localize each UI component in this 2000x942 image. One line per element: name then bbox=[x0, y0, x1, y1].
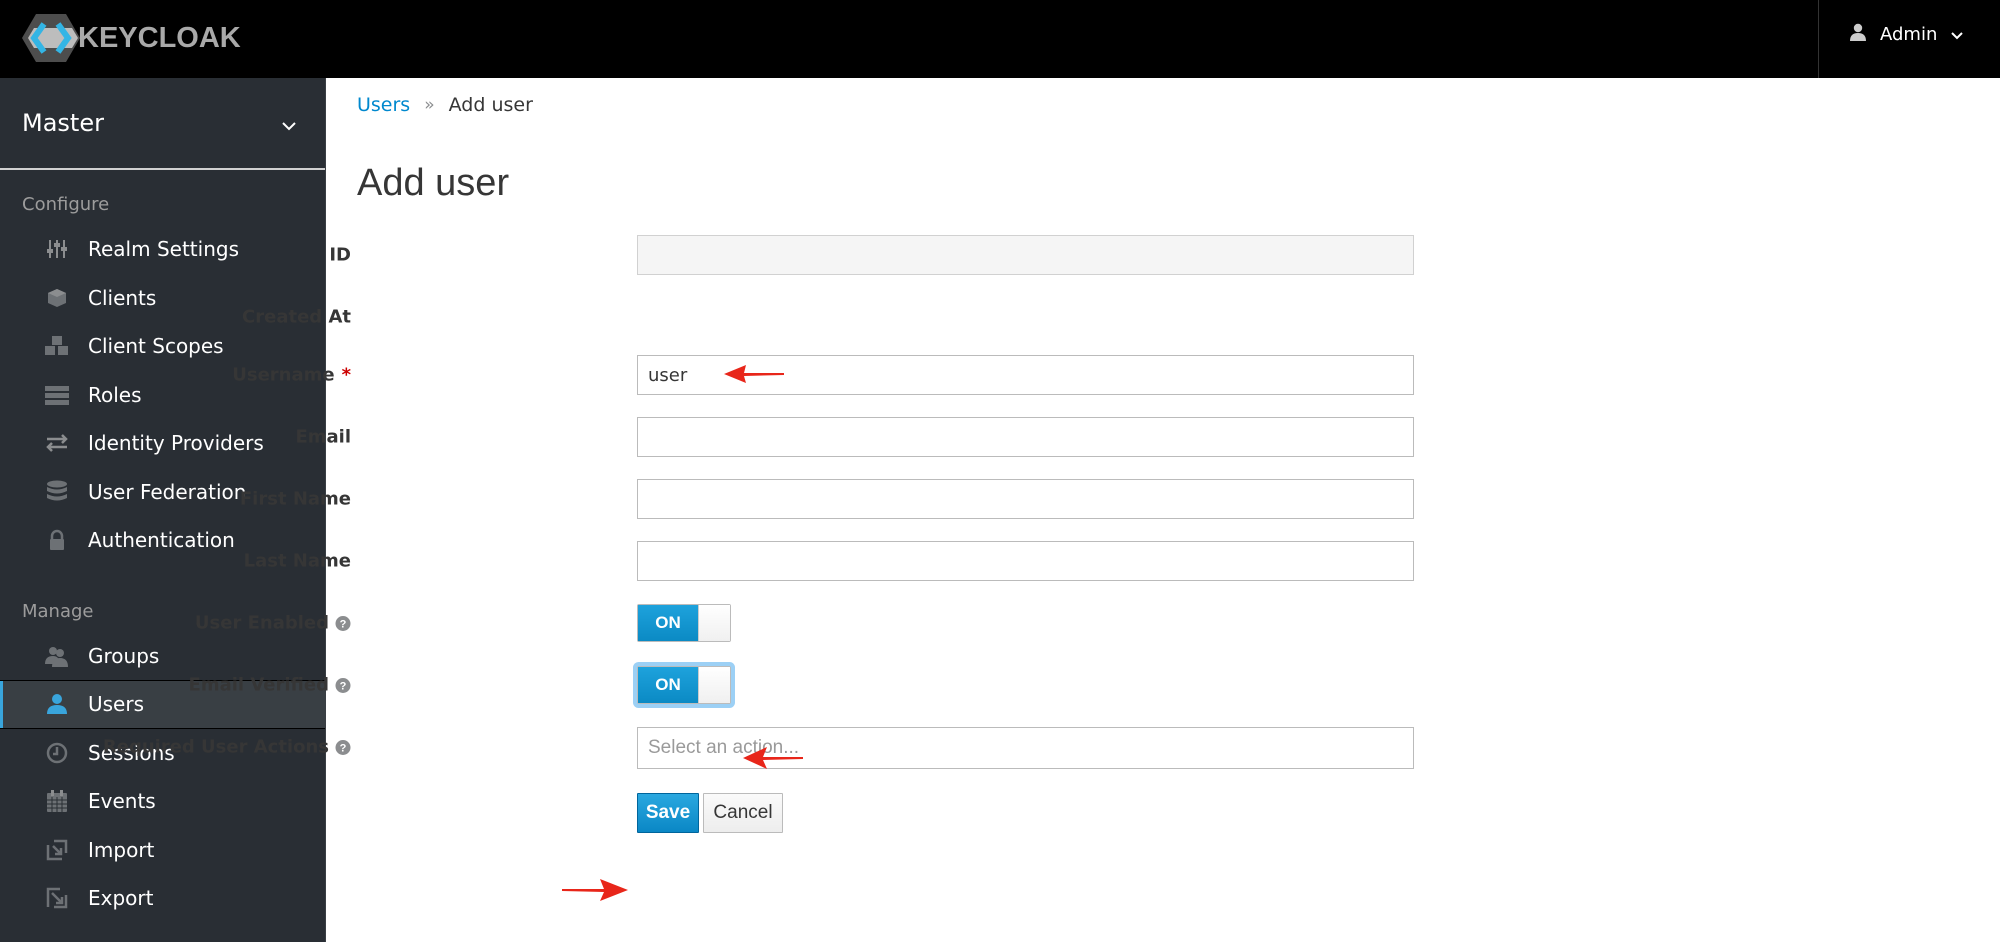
first-name-label: First Name bbox=[51, 489, 351, 510]
import-icon bbox=[44, 837, 70, 863]
toggle-on-label: ON bbox=[638, 667, 698, 703]
sidebar-item-events[interactable]: Events bbox=[0, 777, 325, 826]
username-label: Username * bbox=[51, 365, 351, 386]
page-title: Add user bbox=[357, 162, 510, 204]
chevron-down-icon bbox=[1951, 24, 1964, 45]
breadcrumb-current: Add user bbox=[448, 94, 533, 116]
top-navbar: KEYCLOAK Admin bbox=[0, 0, 2000, 78]
section-title-configure: Configure bbox=[22, 194, 110, 215]
user-enabled-label-text: User Enabled bbox=[194, 612, 329, 634]
form-row-email: Email bbox=[295, 417, 1827, 457]
list-icon bbox=[44, 382, 70, 408]
breadcrumb: Users » Add user bbox=[357, 94, 533, 116]
toggle-on-label: ON bbox=[638, 605, 698, 641]
breadcrumb-separator: » bbox=[424, 95, 435, 115]
logo-text: KEYCLOAK bbox=[78, 21, 241, 54]
email-verified-toggle[interactable]: ON bbox=[637, 666, 731, 704]
export-icon bbox=[44, 885, 70, 911]
sidebar: Master Configure Realm Settings Clients … bbox=[0, 78, 326, 942]
toggle-knob bbox=[698, 667, 730, 703]
calendar-icon bbox=[44, 788, 70, 814]
sidebar-item-export[interactable]: Export bbox=[0, 874, 325, 923]
form-row-created-at: Created At bbox=[242, 297, 1827, 337]
sidebar-item-label: Authentication bbox=[88, 528, 235, 553]
breadcrumb-users-link[interactable]: Users bbox=[357, 94, 410, 116]
help-icon[interactable]: ? bbox=[335, 739, 351, 755]
email-label-text: Email bbox=[295, 426, 351, 448]
user-menu-label: Admin bbox=[1880, 23, 1938, 45]
users-icon bbox=[44, 643, 70, 669]
user-enabled-toggle[interactable]: ON bbox=[637, 604, 731, 642]
help-icon[interactable]: ? bbox=[335, 615, 351, 631]
svg-text:?: ? bbox=[340, 742, 347, 754]
form-row-id: ID bbox=[327, 235, 1827, 275]
form-actions: Save Cancel bbox=[327, 793, 1827, 833]
required-asterisk: * bbox=[341, 364, 351, 386]
first-name-field[interactable] bbox=[637, 479, 1414, 519]
created-at-label: Created At bbox=[51, 307, 351, 328]
topbar-divider bbox=[1818, 0, 1819, 78]
email-label: Email bbox=[51, 427, 351, 448]
sidebar-item-import[interactable]: Import bbox=[0, 826, 325, 875]
toggle-knob bbox=[698, 605, 730, 641]
last-name-field[interactable] bbox=[637, 541, 1414, 581]
help-icon[interactable]: ? bbox=[335, 677, 351, 693]
created-at-label-text: Created At bbox=[242, 306, 351, 328]
id-field bbox=[637, 235, 1414, 275]
sidebar-item-label: Groups bbox=[88, 643, 160, 668]
id-label: ID bbox=[51, 245, 351, 266]
sidebar-item-client-scopes[interactable]: Client Scopes bbox=[0, 322, 325, 371]
user-enabled-label: User Enabled ? bbox=[51, 613, 351, 634]
email-verified-label-text: Email Verified bbox=[188, 674, 329, 696]
user-icon bbox=[1850, 23, 1866, 46]
form-row-user-enabled: User Enabled ? ON bbox=[195, 603, 1827, 643]
admin-user-menu[interactable]: Admin bbox=[1850, 0, 1964, 68]
annotation-arrow-left-icon bbox=[724, 365, 784, 383]
sidebar-item-label: Import bbox=[88, 837, 155, 862]
id-label-text: ID bbox=[329, 244, 351, 266]
realm-selector[interactable]: Master bbox=[0, 78, 325, 170]
keycloak-logo[interactable]: KEYCLOAK bbox=[20, 12, 241, 64]
annotation-arrow-left-icon bbox=[743, 747, 803, 769]
form-row-email-verified: Email Verified ? ON bbox=[189, 665, 1827, 705]
sidebar-item-label: Users bbox=[88, 692, 145, 717]
required-actions-label: Required User Actions ? bbox=[51, 737, 351, 758]
email-field[interactable] bbox=[637, 417, 1414, 457]
save-button[interactable]: Save bbox=[637, 793, 699, 833]
sidebar-item-groups[interactable]: Groups bbox=[0, 632, 325, 681]
form-row-last-name: Last Name bbox=[244, 541, 1827, 581]
required-actions-label-text: Required User Actions bbox=[102, 736, 329, 758]
main-content: Users » Add user Add user ID Created At … bbox=[103, 78, 2000, 942]
annotation-arrow-right-icon bbox=[562, 879, 628, 901]
cubes-icon bbox=[44, 333, 70, 359]
sidebar-item-label: Events bbox=[88, 789, 156, 814]
form-row-username: Username * user bbox=[232, 355, 1827, 395]
svg-text:?: ? bbox=[340, 680, 347, 692]
sidebar-item-label: Roles bbox=[88, 382, 142, 407]
realm-name: Master bbox=[22, 109, 104, 137]
sidebar-item-label: Client Scopes bbox=[88, 334, 224, 359]
last-name-label-text: Last Name bbox=[243, 550, 351, 572]
cancel-button[interactable]: Cancel bbox=[703, 793, 783, 833]
svg-text:?: ? bbox=[340, 618, 347, 630]
keycloak-logo-icon bbox=[22, 14, 80, 62]
username-label-text: Username bbox=[232, 364, 335, 386]
lock-icon bbox=[44, 527, 70, 553]
form-row-first-name: First Name bbox=[240, 479, 1827, 519]
last-name-label: Last Name bbox=[51, 551, 351, 572]
form-row-required-actions: Required User Actions ? Select an action… bbox=[103, 727, 1827, 769]
chevron-down-icon bbox=[281, 109, 297, 137]
email-verified-label: Email Verified ? bbox=[51, 675, 351, 696]
first-name-label-text: First Name bbox=[239, 488, 351, 510]
sidebar-item-label: Export bbox=[88, 886, 154, 911]
